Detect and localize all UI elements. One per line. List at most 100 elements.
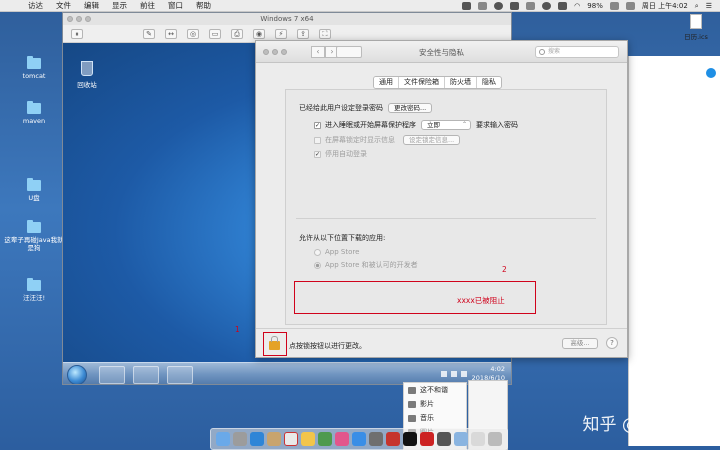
input-source-icon[interactable] xyxy=(625,2,635,10)
tab-general[interactable]: 通用 xyxy=(374,77,399,88)
printer-icon[interactable]: ⎙ xyxy=(231,28,243,39)
app-store-icon[interactable] xyxy=(352,432,366,446)
volume-icon[interactable] xyxy=(461,371,467,377)
prefs-titlebar[interactable]: ‹ › 安全性与隐私 搜索 xyxy=(256,41,627,63)
notes-icon[interactable] xyxy=(301,432,315,446)
terminal-icon[interactable] xyxy=(403,432,417,446)
media-player-icon[interactable] xyxy=(167,366,193,384)
sidebar-item[interactable]: 音乐 xyxy=(404,411,466,425)
pause-icon[interactable]: ⏸ xyxy=(71,28,83,39)
teamviewer-icon[interactable] xyxy=(704,66,718,80)
spotlight-icon[interactable]: ⌕ xyxy=(695,2,699,11)
menu-file[interactable]: 文件 xyxy=(56,0,71,11)
status-app-icon[interactable] xyxy=(478,2,488,10)
app-icon[interactable] xyxy=(420,432,434,446)
wrench-icon[interactable]: ✎ xyxy=(143,28,155,39)
flag-icon[interactable] xyxy=(441,371,447,377)
recycle-bin[interactable]: 回收站 xyxy=(71,61,103,89)
app-store-radio[interactable] xyxy=(314,248,321,256)
app-store-option: App Store xyxy=(314,248,359,256)
itunes-icon[interactable] xyxy=(335,432,349,446)
calendar-icon[interactable] xyxy=(284,432,298,446)
search-input[interactable]: 搜索 xyxy=(535,46,619,58)
login-password-label: 已经给此用户设定登录密码 xyxy=(299,104,383,112)
share-icon[interactable]: ⇪ xyxy=(297,28,309,39)
require-password-select[interactable]: 立即 xyxy=(421,120,471,130)
zoom-button[interactable] xyxy=(85,16,91,22)
vm-titlebar[interactable]: Windows 7 x64 xyxy=(63,13,511,25)
hdd-icon[interactable]: ▭ xyxy=(209,28,221,39)
fullscreen-icon[interactable]: ⛶ xyxy=(319,28,331,39)
app-icon[interactable] xyxy=(437,432,451,446)
desktop-icon-tomcat[interactable]: tomcat xyxy=(4,56,64,80)
menu-finder[interactable]: 访达 xyxy=(28,0,43,11)
apple-icon[interactable] xyxy=(10,1,20,11)
status-app-icon[interactable] xyxy=(462,2,472,10)
window-controls xyxy=(67,16,91,22)
help-button[interactable]: ? xyxy=(606,337,618,349)
desktop-icon-udisk[interactable]: U盘 xyxy=(4,178,64,202)
notification-center-icon[interactable]: ☰ xyxy=(706,2,712,10)
lock-icon[interactable] xyxy=(269,336,280,350)
menu-help[interactable]: 帮助 xyxy=(196,0,211,11)
status-app-icon[interactable] xyxy=(494,2,504,10)
close-button[interactable] xyxy=(67,16,73,22)
wifi-icon[interactable]: ◠ xyxy=(574,2,580,10)
annotation-number: 2 xyxy=(502,265,507,274)
launchpad-icon[interactable] xyxy=(233,432,247,446)
folder-icon[interactable] xyxy=(454,432,468,446)
system-preferences-icon[interactable] xyxy=(369,432,383,446)
require-password-suffix: 要求输入密码 xyxy=(476,121,518,129)
require-password-checkbox[interactable]: ✓ xyxy=(314,121,321,129)
camera-icon[interactable]: ◉ xyxy=(253,28,265,39)
downloads-icon[interactable] xyxy=(471,432,485,446)
desktop-icon-maven[interactable]: maven xyxy=(4,101,64,125)
minimize-button[interactable] xyxy=(76,16,82,22)
photos-icon[interactable] xyxy=(318,432,332,446)
mail-icon[interactable] xyxy=(267,432,281,446)
folder-icon xyxy=(27,101,41,114)
status-app-icon[interactable] xyxy=(558,2,568,10)
cd-icon[interactable]: ◎ xyxy=(187,28,199,39)
start-button[interactable] xyxy=(67,365,87,384)
music-icon xyxy=(408,414,416,422)
dock xyxy=(210,428,508,450)
battery-percent[interactable]: 98% xyxy=(587,2,603,10)
status-app-icon[interactable] xyxy=(510,2,520,10)
set-lock-message-button[interactable]: 设定锁定信息... xyxy=(403,135,461,145)
tab-filevault[interactable]: 文件保险箱 xyxy=(399,77,445,88)
battery-icon[interactable] xyxy=(609,2,619,10)
tab-firewall[interactable]: 防火墙 xyxy=(445,77,477,88)
parallels-icon[interactable] xyxy=(386,432,400,446)
folder-icon xyxy=(27,178,41,191)
menu-view[interactable]: 显示 xyxy=(112,0,127,11)
show-message-checkbox[interactable] xyxy=(314,136,321,144)
sidebar-item[interactable]: 影片 xyxy=(404,397,466,411)
explorer-icon[interactable] xyxy=(133,366,159,384)
ie-icon[interactable] xyxy=(99,366,125,384)
app-store-dev-radio[interactable] xyxy=(314,261,321,269)
tab-bar: 通用 文件保险箱 防火墙 隐私 xyxy=(373,76,502,89)
trash-icon[interactable] xyxy=(488,432,502,446)
menu-go[interactable]: 前往 xyxy=(140,0,155,11)
disable-autologin-label: 停用自动登录 xyxy=(325,150,367,158)
tab-privacy[interactable]: 隐私 xyxy=(477,77,501,88)
sidebar-item[interactable]: 这不和谐 xyxy=(404,383,466,397)
menu-edit[interactable]: 编辑 xyxy=(84,0,99,11)
network-icon[interactable] xyxy=(451,371,457,377)
disable-autologin-checkbox[interactable]: ✓ xyxy=(314,150,321,158)
menu-window[interactable]: 窗口 xyxy=(168,0,183,11)
status-app-icon[interactable] xyxy=(542,2,552,10)
show-message-label: 在屏幕锁定时显示信息 xyxy=(325,136,395,144)
menubar-clock[interactable]: 周日 上午4:02 xyxy=(642,1,688,11)
finder-icon[interactable] xyxy=(216,432,230,446)
change-password-button[interactable]: 更改密码... xyxy=(388,103,433,113)
status-app-icon[interactable] xyxy=(526,2,536,10)
desktop-icon-calendar-file[interactable]: 日历.ics xyxy=(676,14,716,41)
advanced-button[interactable]: 高级... xyxy=(562,338,598,349)
safari-icon[interactable] xyxy=(250,432,264,446)
desktop-icon-java[interactable]: 这辈子再碰Java我就是狗 xyxy=(4,220,64,252)
arrows-icon[interactable]: ↔ xyxy=(165,28,177,39)
usb-icon[interactable]: ⚡ xyxy=(275,28,287,39)
desktop-icon-wang[interactable]: 汪汪汪! xyxy=(4,278,64,302)
